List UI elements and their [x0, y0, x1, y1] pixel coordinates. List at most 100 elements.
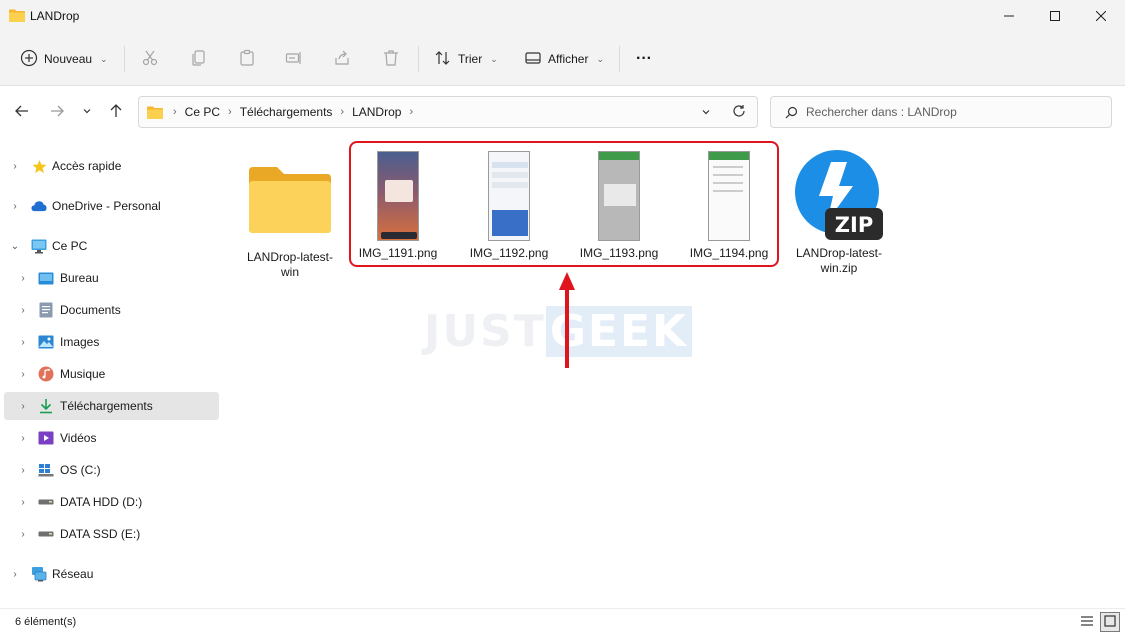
cut-button[interactable] — [141, 44, 159, 74]
video-icon — [38, 430, 54, 446]
breadcrumb-ce-pc[interactable]: Ce PC — [185, 105, 220, 119]
toolbar-divider — [619, 46, 620, 72]
sidebar-item-label: Documents — [60, 303, 121, 317]
back-button[interactable] — [11, 101, 33, 123]
command-bar: Nouveau ⌄ Trier ⌄ Afficher ⌄ ··· — [0, 32, 1125, 86]
minimize-button[interactable] — [986, 0, 1032, 32]
chevron-right-icon: › — [409, 106, 414, 118]
sort-button[interactable]: Trier ⌄ — [434, 44, 498, 74]
windows-drive-icon — [38, 462, 54, 478]
sidebar-item-label: DATA HDD (D:) — [60, 495, 143, 509]
file-name: LANDrop-latest-win — [246, 250, 334, 279]
toolbar-divider — [124, 46, 125, 72]
view-icon — [524, 49, 542, 70]
forward-button[interactable] — [46, 101, 68, 123]
chevron-right-icon[interactable]: › — [10, 161, 20, 172]
chevron-right-icon[interactable]: › — [18, 273, 28, 284]
breadcrumb-downloads[interactable]: Téléchargements — [240, 105, 333, 119]
more-options-button[interactable]: ··· — [636, 44, 652, 74]
up-button[interactable] — [105, 101, 127, 123]
svg-text:ZIP: ZIP — [835, 213, 873, 237]
sidebar-item-this-pc[interactable]: ⌄ Ce PC — [4, 232, 219, 260]
file-item-folder[interactable]: LANDrop-latest-win — [238, 152, 342, 280]
sidebar-item-images[interactable]: › Images — [4, 328, 219, 356]
maximize-button[interactable] — [1032, 0, 1078, 32]
view-button[interactable]: Afficher ⌄ — [524, 44, 604, 74]
image-icon — [38, 334, 54, 350]
network-icon — [31, 566, 47, 582]
view-label: Afficher — [548, 52, 589, 66]
details-view-button[interactable] — [1077, 612, 1097, 632]
sidebar-item-documents[interactable]: › Documents — [4, 296, 219, 324]
chevron-right-icon[interactable]: › — [18, 401, 28, 412]
annotation-arrow — [558, 270, 576, 373]
list-view-icon — [1080, 615, 1094, 630]
folder-icon — [240, 152, 340, 248]
desktop-icon — [38, 270, 54, 286]
sidebar-item-music[interactable]: › Musique — [4, 360, 219, 388]
new-button[interactable]: Nouveau ⌄ — [20, 44, 108, 74]
download-icon — [38, 398, 54, 414]
address-history-dropdown[interactable] — [701, 106, 711, 120]
chevron-right-icon[interactable]: › — [18, 337, 28, 348]
paste-button[interactable] — [238, 44, 256, 74]
monitor-icon — [31, 238, 47, 254]
chevron-right-icon[interactable]: › — [10, 201, 20, 212]
sidebar-item-quick-access[interactable]: › Accès rapide — [4, 152, 219, 180]
close-button[interactable] — [1078, 0, 1124, 32]
sidebar-item-drive-d[interactable]: › DATA HDD (D:) — [4, 488, 219, 516]
sidebar-item-downloads[interactable]: › Téléchargements — [4, 392, 219, 420]
folder-icon — [9, 9, 25, 22]
zip-icon: ZIP — [789, 148, 889, 244]
refresh-icon[interactable] — [732, 104, 746, 121]
arrow-left-icon — [14, 103, 30, 122]
chevron-right-icon[interactable]: › — [18, 465, 28, 476]
chevron-right-icon[interactable]: › — [10, 569, 20, 580]
chevron-right-icon[interactable]: › — [18, 369, 28, 380]
sidebar-item-desktop[interactable]: › Bureau — [4, 264, 219, 292]
address-bar[interactable]: › Ce PC › Téléchargements › LANDrop › — [138, 96, 758, 128]
plus-circle-icon — [20, 49, 38, 70]
chevron-right-icon[interactable]: › — [18, 305, 28, 316]
breadcrumb-landrop[interactable]: LANDrop — [352, 105, 401, 119]
sidebar-item-drive-e[interactable]: › DATA SSD (E:) — [4, 520, 219, 548]
search-box[interactable] — [770, 96, 1112, 128]
file-name: LANDrop-latest-win.zip — [795, 246, 883, 275]
recent-locations-button[interactable] — [78, 101, 96, 123]
chevron-down-icon[interactable]: ⌄ — [10, 241, 20, 252]
arrow-up-icon — [108, 103, 124, 122]
document-icon — [38, 302, 54, 318]
copy-icon — [190, 49, 208, 70]
new-label: Nouveau — [44, 52, 93, 66]
chevron-right-icon[interactable]: › — [18, 529, 28, 540]
title-bar: LANDrop — [0, 0, 1125, 32]
sort-arrows-icon — [434, 49, 452, 70]
copy-button[interactable] — [190, 44, 208, 74]
large-icons-view-button[interactable] — [1100, 612, 1120, 632]
scissors-icon — [141, 49, 159, 70]
chevron-down-icon: ⌄ — [596, 53, 605, 64]
sidebar-item-label: DATA SSD (E:) — [60, 527, 141, 541]
navigation-pane: › Accès rapide › OneDrive - Personal ⌄ C… — [0, 138, 224, 608]
share-button[interactable] — [333, 44, 351, 74]
tiles-view-icon — [1104, 614, 1116, 630]
sidebar-item-label: Images — [60, 335, 100, 349]
chevron-right-icon[interactable]: › — [18, 433, 28, 444]
search-input[interactable] — [806, 105, 1096, 119]
sidebar-item-drive-c[interactable]: › OS (C:) — [4, 456, 219, 484]
chevron-right-icon[interactable]: › — [18, 497, 28, 508]
rename-button[interactable] — [285, 44, 303, 74]
arrow-right-icon — [49, 103, 65, 122]
drive-icon — [38, 526, 54, 542]
delete-button[interactable] — [382, 44, 400, 74]
sidebar-item-videos[interactable]: › Vidéos — [4, 424, 219, 452]
share-icon — [333, 49, 351, 70]
drive-icon — [38, 494, 54, 510]
sidebar-item-network[interactable]: › Réseau — [4, 560, 219, 588]
file-item-zip[interactable]: ZIP LANDrop-latest-win.zip — [787, 148, 891, 276]
sidebar-item-label: Réseau — [52, 567, 94, 581]
address-row: › Ce PC › Téléchargements › LANDrop › — [0, 86, 1125, 138]
sidebar-item-onedrive[interactable]: › OneDrive - Personal — [4, 192, 219, 220]
sidebar-item-label: Bureau — [60, 271, 99, 285]
chevron-down-icon — [82, 105, 92, 119]
